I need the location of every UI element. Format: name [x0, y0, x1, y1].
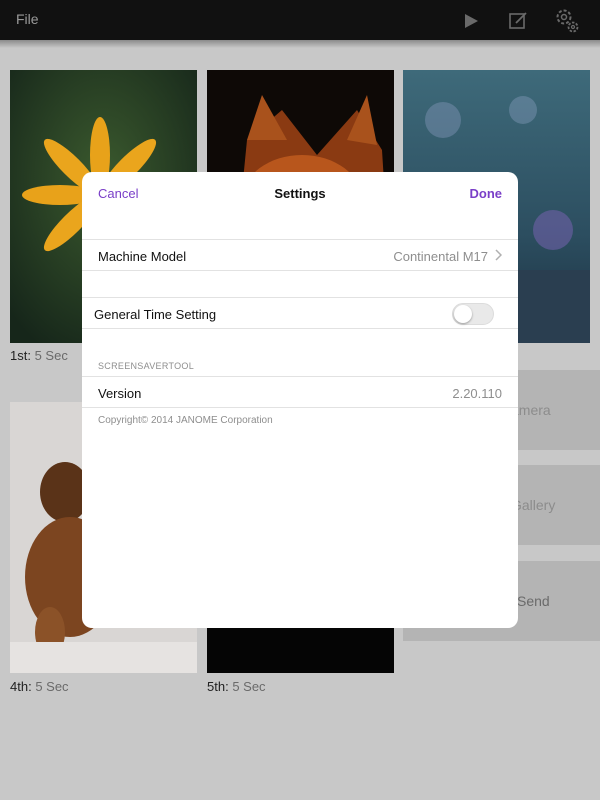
done-button[interactable]: Done: [470, 186, 503, 201]
copyright-text: Copyright© 2014 JANOME Corporation: [98, 415, 273, 426]
version-row: Version 2.20.110: [82, 376, 518, 408]
dialog-header: Cancel Settings Done: [82, 172, 518, 214]
section-header: SCREENSAVERTOOL: [98, 361, 195, 371]
machine-model-value: Continental M17: [393, 249, 488, 264]
general-time-toggle[interactable]: [452, 303, 494, 325]
toggle-knob: [454, 305, 472, 323]
version-value: 2.20.110: [452, 386, 502, 401]
general-time-setting-label: General Time Setting: [94, 307, 217, 322]
general-time-setting-row: General Time Setting: [82, 297, 518, 329]
version-label: Version: [98, 386, 142, 401]
machine-model-row[interactable]: Machine Model Continental M17: [82, 239, 518, 271]
machine-model-label: Machine Model: [98, 249, 187, 264]
dialog-title: Settings: [274, 186, 326, 201]
chevron-right-icon: [495, 249, 502, 261]
settings-dialog: Cancel Settings Done Machine Model Conti…: [82, 172, 518, 628]
